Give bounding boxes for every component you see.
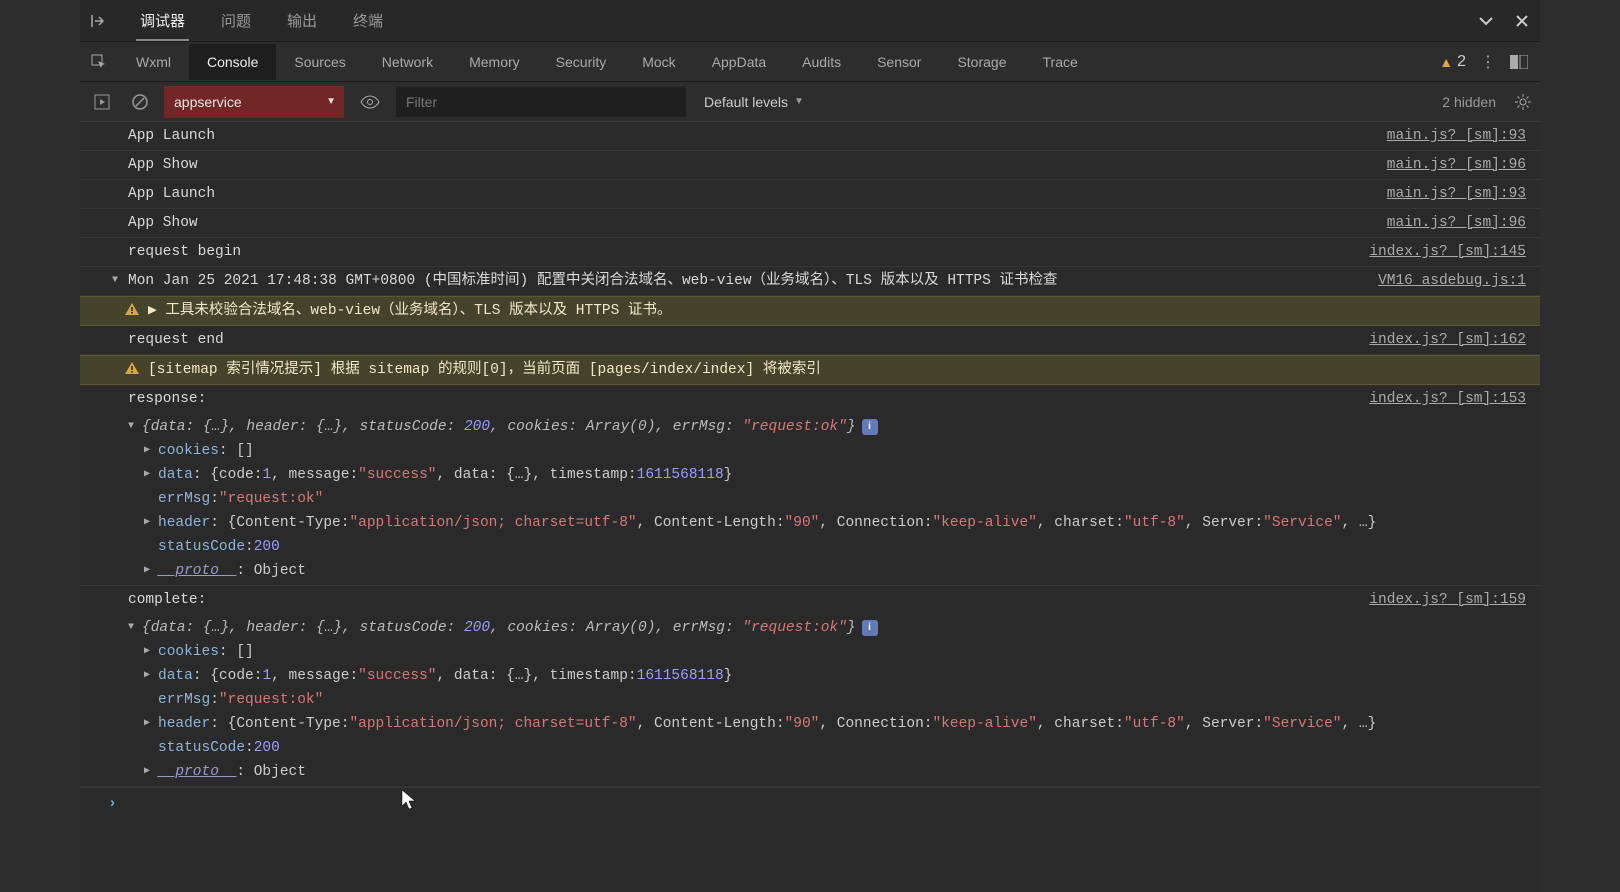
context-select[interactable]: appservice [164,86,344,118]
eye-icon[interactable] [354,95,386,109]
expand-triangle-icon[interactable]: ▶ [144,439,158,463]
devtools-tabs: Wxml Console Sources Network Memory Secu… [80,42,1540,82]
log-source-link[interactable]: index.js? [sm]:162 [1369,328,1526,352]
tab-mock[interactable]: Mock [624,44,693,80]
tab-debugger[interactable]: 调试器 [124,2,201,39]
log-message: App Launch [128,182,1375,206]
top-bar: 调试器 问题 输出 终端 [80,0,1540,42]
object-expansion[interactable]: ▼ {data: {…}, header: {…}, statusCode: 2… [80,614,1540,787]
log-source-link[interactable]: main.js? [sm]:93 [1387,124,1526,148]
warning-triangle-icon [124,301,140,317]
gear-icon[interactable] [1514,93,1532,111]
tab-terminal[interactable]: 终端 [337,2,399,39]
log-row-warning[interactable]: ▶ 工具未校验合法域名、web-view（业务域名）、TLS 版本以及 HTTP… [80,296,1540,326]
log-message: App Show [128,211,1375,235]
log-source-link[interactable]: index.js? [sm]:153 [1369,387,1526,411]
log-message: App Launch [128,124,1375,148]
log-row[interactable]: response: index.js? [sm]:153 [80,385,1540,413]
play-button[interactable] [88,88,116,116]
log-row[interactable]: App Launch main.js? [sm]:93 [80,180,1540,209]
tab-storage[interactable]: Storage [939,44,1024,80]
more-menu-icon[interactable]: ⋮ [1480,52,1496,72]
filter-input[interactable] [396,87,686,117]
inspect-element-icon[interactable] [80,42,118,82]
chevron-down-icon[interactable] [1476,11,1496,31]
console-prompt[interactable]: › [80,787,1540,820]
tab-sources[interactable]: Sources [276,44,363,80]
tab-console[interactable]: Console [189,44,276,80]
log-level-select[interactable]: Default levels [696,94,812,110]
expand-triangle-icon[interactable]: ▶ [144,559,158,583]
expand-triangle-icon[interactable]: ▶ [144,463,158,487]
log-row[interactable]: request begin index.js? [sm]:145 [80,238,1540,267]
warning-count-badge[interactable]: ▲ 2 [1439,53,1466,71]
expand-triangle-icon[interactable]: ▼ [128,415,142,439]
expand-triangle-icon[interactable]: ▶ [144,712,158,736]
tab-audits[interactable]: Audits [784,44,859,80]
tab-sensor[interactable]: Sensor [859,44,939,80]
console-toolbar: appservice Default levels 2 hidden [80,82,1540,122]
log-row[interactable]: request end index.js? [sm]:162 [80,326,1540,355]
tab-network[interactable]: Network [364,44,451,80]
tab-wxml[interactable]: Wxml [118,44,189,80]
log-row[interactable]: App Show main.js? [sm]:96 [80,151,1540,180]
info-badge-icon[interactable]: i [862,620,878,636]
tab-trace[interactable]: Trace [1025,44,1096,80]
dock-icon[interactable] [1510,55,1528,69]
log-row[interactable]: complete: index.js? [sm]:159 [80,586,1540,614]
warning-triangle-icon: ▲ [1439,54,1453,70]
log-message: ▶ 工具未校验合法域名、web-view（业务域名）、TLS 版本以及 HTTP… [148,299,1526,323]
log-source-link[interactable]: index.js? [sm]:145 [1369,240,1526,264]
info-badge-icon[interactable]: i [862,419,878,435]
tab-appdata[interactable]: AppData [694,44,784,80]
log-row[interactable]: App Show main.js? [sm]:96 [80,209,1540,238]
log-row-verbose[interactable]: Mon Jan 25 2021 17:48:38 GMT+0800 (中国标准时… [80,267,1540,296]
log-message: request begin [128,240,1357,264]
tab-problems[interactable]: 问题 [205,2,267,39]
tab-output[interactable]: 输出 [271,2,333,39]
tab-security[interactable]: Security [538,44,625,80]
log-source-link[interactable]: index.js? [sm]:159 [1369,588,1526,612]
expand-triangle-icon[interactable]: ▶ [144,664,158,688]
object-expansion[interactable]: ▼ {data: {…}, header: {…}, statusCode: 2… [80,413,1540,586]
log-message: App Show [128,153,1375,177]
log-source-link[interactable]: main.js? [sm]:93 [1387,182,1526,206]
warning-count: 2 [1457,53,1466,71]
console-log-area: App Launch main.js? [sm]:93 App Show mai… [80,122,1540,892]
log-message: complete: [128,588,1357,612]
log-message: request end [128,328,1357,352]
prompt-chevron-icon: › [108,792,117,816]
clear-console-button[interactable] [126,88,154,116]
log-row[interactable]: App Launch main.js? [sm]:93 [80,122,1540,151]
expand-triangle-icon[interactable]: ▼ [128,616,142,640]
hidden-count: 2 hidden [1442,94,1504,110]
expand-triangle-icon[interactable]: ▶ [144,640,158,664]
log-row-warning[interactable]: [sitemap 索引情况提示] 根据 sitemap 的规则[0]，当前页面 … [80,355,1540,385]
panel-collapse-icon[interactable] [88,11,108,31]
close-icon[interactable] [1512,11,1532,31]
warning-triangle-icon [124,360,140,376]
log-message: [sitemap 索引情况提示] 根据 sitemap 的规则[0]，当前页面 … [148,358,1526,382]
expand-triangle-icon[interactable]: ▶ [144,511,158,535]
log-source-link[interactable]: VM16 asdebug.js:1 [1378,269,1526,293]
expand-triangle-icon[interactable]: ▶ [144,760,158,784]
log-message: Mon Jan 25 2021 17:48:38 GMT+0800 (中国标准时… [128,269,1366,293]
log-source-link[interactable]: main.js? [sm]:96 [1387,153,1526,177]
log-message: response: [128,387,1357,411]
tab-memory[interactable]: Memory [451,44,538,80]
log-source-link[interactable]: main.js? [sm]:96 [1387,211,1526,235]
